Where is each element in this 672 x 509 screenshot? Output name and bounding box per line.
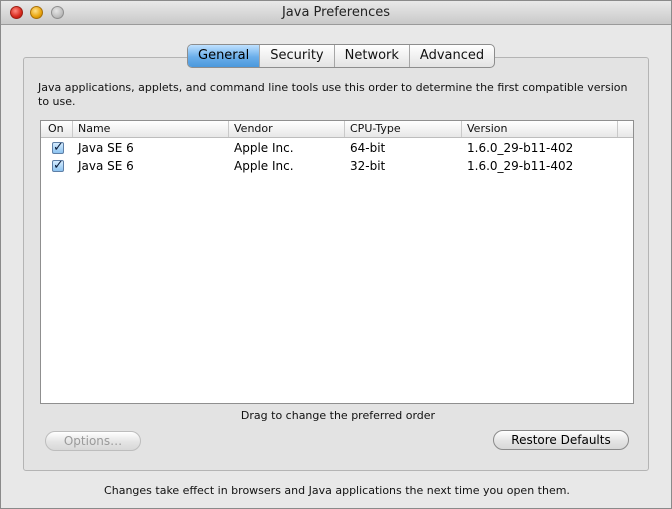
column-header-cpu-type[interactable]: CPU-Type bbox=[345, 121, 462, 137]
column-header-filler bbox=[618, 121, 633, 137]
tab-network[interactable]: Network bbox=[335, 45, 410, 67]
row-cpu-type: 32-bit bbox=[350, 159, 386, 173]
row-name: Java SE 6 bbox=[78, 141, 134, 155]
column-header-vendor[interactable]: Vendor bbox=[229, 121, 345, 137]
column-header-name[interactable]: Name bbox=[73, 121, 229, 137]
tab-bar: General Security Network Advanced bbox=[187, 44, 496, 68]
java-versions-table[interactable]: On Name Vendor CPU-Type Version Java SE … bbox=[40, 120, 634, 404]
table-header: On Name Vendor CPU-Type Version bbox=[41, 121, 633, 138]
title-bar[interactable]: Java Preferences bbox=[1, 1, 671, 25]
enabled-checkbox[interactable] bbox=[52, 139, 64, 157]
tab-advanced[interactable]: Advanced bbox=[410, 45, 494, 67]
column-header-on[interactable]: On bbox=[41, 121, 73, 137]
row-version: 1.6.0_29-b11-402 bbox=[467, 141, 574, 155]
row-cpu-type: 64-bit bbox=[350, 141, 386, 155]
enabled-checkbox[interactable] bbox=[52, 157, 64, 175]
row-vendor: Apple Inc. bbox=[234, 159, 294, 173]
window-title: Java Preferences bbox=[281, 5, 391, 20]
general-description: Java applications, applets, and command … bbox=[38, 81, 628, 108]
java-preferences-window: Java Preferences General Security Networ… bbox=[0, 0, 672, 509]
row-enabled-cell bbox=[41, 139, 73, 159]
footer-note: Changes take effect in browsers and Java… bbox=[104, 484, 570, 497]
tab-general[interactable]: General bbox=[188, 45, 261, 67]
row-version: 1.6.0_29-b11-402 bbox=[467, 159, 574, 173]
tab-security[interactable]: Security bbox=[260, 45, 335, 67]
table-row[interactable]: Java SE 6 Apple Inc. 64-bit 1.6.0_29-b11… bbox=[41, 139, 633, 157]
column-header-version[interactable]: Version bbox=[462, 121, 618, 137]
options-button[interactable]: Options… bbox=[45, 431, 141, 451]
row-enabled-cell bbox=[41, 157, 73, 177]
drag-hint: Drag to change the preferred order bbox=[240, 409, 436, 422]
table-row[interactable]: Java SE 6 Apple Inc. 32-bit 1.6.0_29-b11… bbox=[41, 157, 633, 175]
row-vendor: Apple Inc. bbox=[234, 141, 294, 155]
restore-defaults-button[interactable]: Restore Defaults bbox=[493, 430, 629, 450]
row-name: Java SE 6 bbox=[78, 159, 134, 173]
